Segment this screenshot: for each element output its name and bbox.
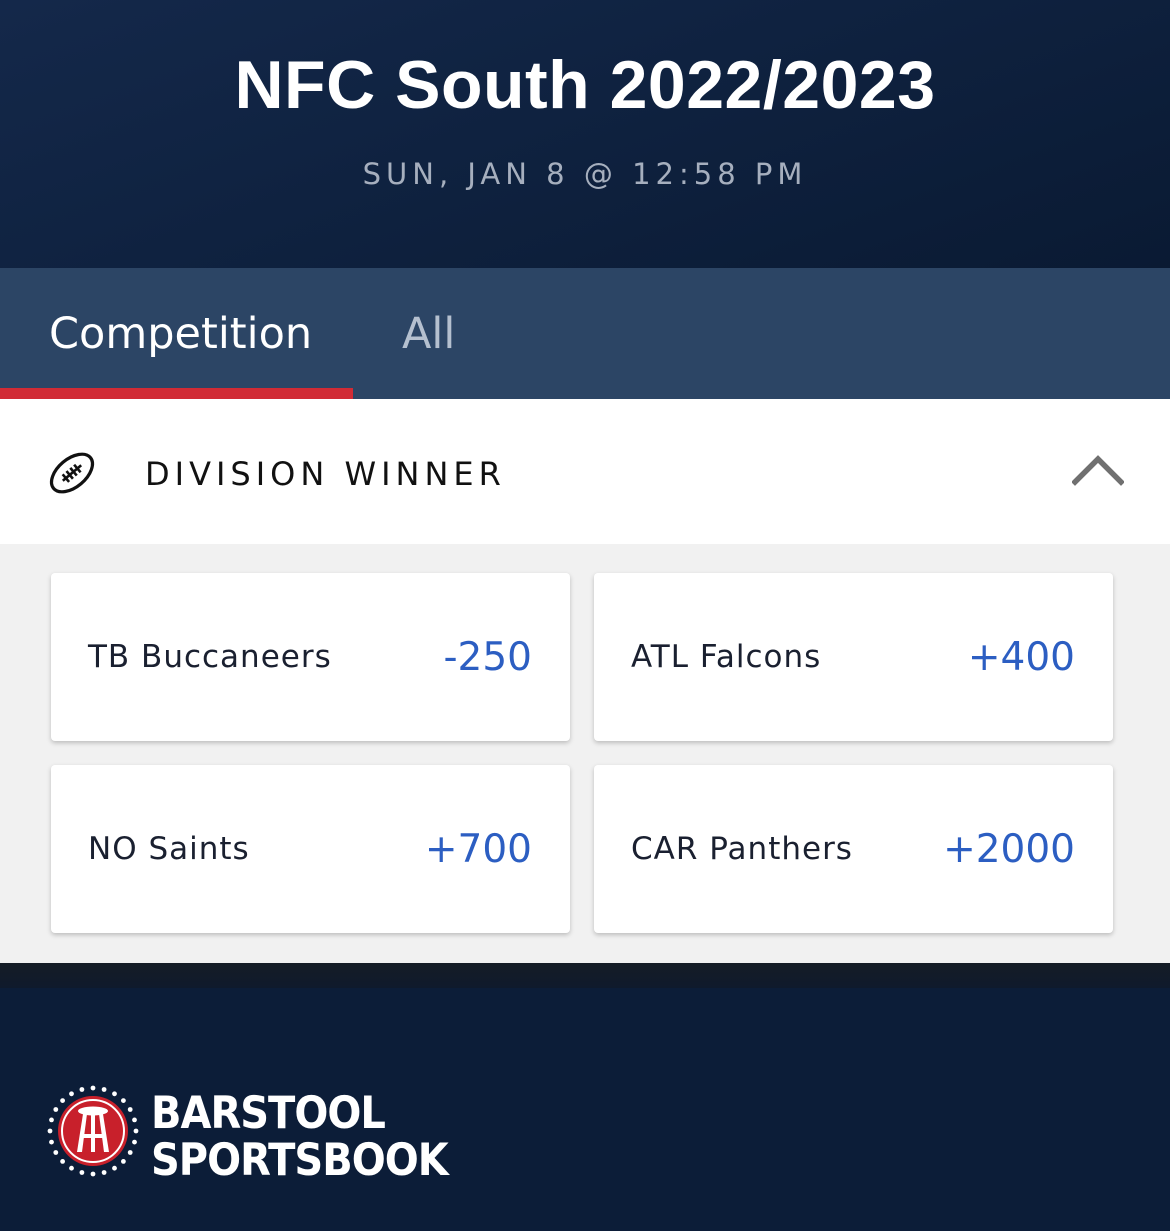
tab-all[interactable]: All (353, 268, 533, 399)
page-title: NFC South 2022/2023 (234, 47, 936, 123)
selection-card[interactable]: NO Saints +700 (51, 765, 570, 933)
page: NFC South 2022/2023 SUN, JAN 8 @ 12:58 P… (0, 0, 1170, 1231)
logo-line-1: BARSTOOL (151, 1087, 386, 1140)
team-name: NO Saints (88, 831, 250, 867)
tab-bar: Competition All (0, 268, 1170, 399)
tab-competition[interactable]: Competition (0, 268, 353, 399)
tab-all-label: All (402, 308, 456, 359)
logo-line-2: SPORTSBOOK (151, 1134, 449, 1187)
odds-value: +400 (967, 634, 1075, 680)
sportsbook-wordmark: BARSTOOL SPORTSBOOK (151, 1087, 449, 1187)
selection-card[interactable]: CAR Panthers +2000 (594, 765, 1113, 933)
team-name: CAR Panthers (631, 831, 853, 867)
tab-competition-label: Competition (49, 308, 313, 359)
odds-value: +700 (424, 826, 532, 872)
football-icon (49, 452, 95, 494)
odds-value: +2000 (943, 826, 1075, 872)
event-header: NFC South 2022/2023 SUN, JAN 8 @ 12:58 P… (0, 0, 1170, 268)
selection-card[interactable]: ATL Falcons +400 (594, 573, 1113, 741)
barstool-logo-icon (47, 1085, 139, 1177)
selection-card[interactable]: TB Buccaneers -250 (51, 573, 570, 741)
team-name: TB Buccaneers (88, 639, 332, 675)
footer-divider (0, 963, 1170, 988)
market-title: DIVISION WINNER (145, 455, 506, 493)
odds-value: -250 (443, 634, 532, 680)
active-tab-indicator (0, 388, 353, 399)
team-name: ATL Falcons (631, 639, 822, 675)
event-datetime: SUN, JAN 8 @ 12:58 PM (362, 157, 808, 191)
chevron-up-icon[interactable] (1072, 453, 1124, 487)
